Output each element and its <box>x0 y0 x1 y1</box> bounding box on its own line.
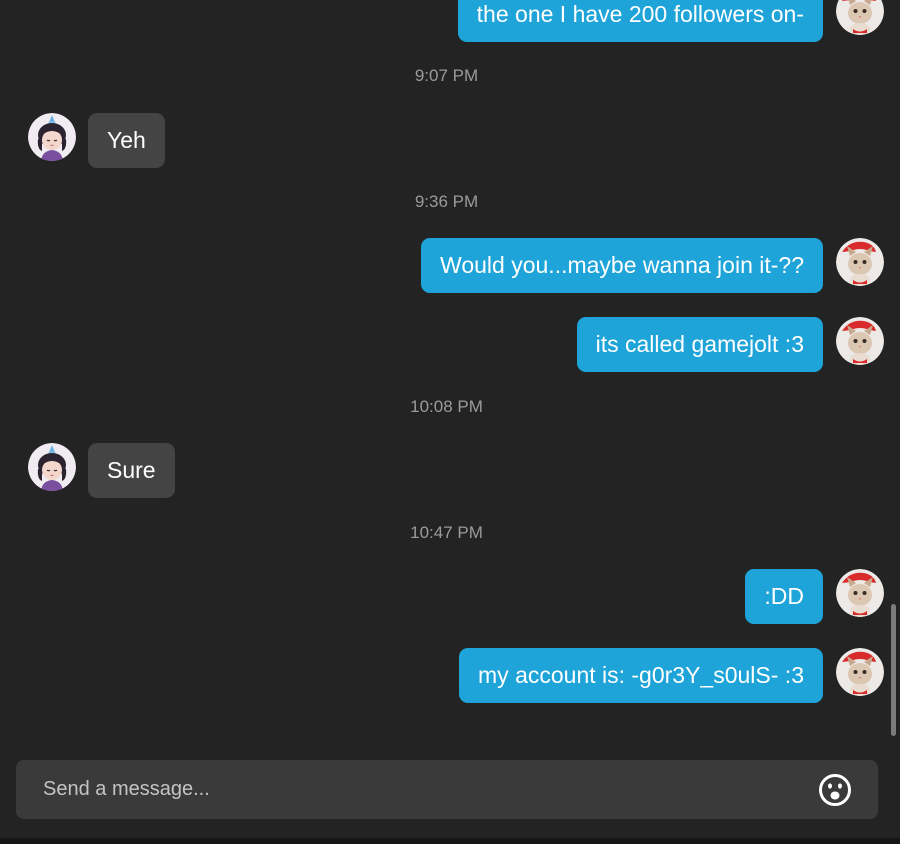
cat-avatar-icon <box>836 317 884 365</box>
scrollbar-thumb[interactable] <box>891 604 896 736</box>
smiley-icon <box>819 774 851 806</box>
contact-avatar[interactable] <box>28 113 76 161</box>
message-bubble-outgoing: my account is: -g0r3Y_s0ulS- :3 <box>459 648 823 703</box>
user-avatar[interactable] <box>836 569 884 617</box>
user-avatar[interactable] <box>836 0 884 35</box>
message-bubble-outgoing: the one I have 200 followers on- <box>457 0 823 42</box>
girl-avatar-icon <box>28 113 76 161</box>
message-bubble-incoming: Yeh <box>88 113 165 168</box>
message-bubble-outgoing: Would you...maybe wanna join it-?? <box>421 238 823 293</box>
message-input[interactable] <box>16 760 806 819</box>
timestamp: 9:36 PM <box>414 192 479 211</box>
cat-avatar-icon <box>836 0 884 35</box>
timestamp: 10:47 PM <box>410 523 483 542</box>
girl-avatar-icon <box>28 443 76 491</box>
chat-window: the one I have 200 followers on- 9:07 PM <box>0 0 900 844</box>
contact-avatar[interactable] <box>28 443 76 491</box>
cat-avatar-icon <box>836 238 884 286</box>
timestamp: 9:07 PM <box>414 66 479 85</box>
cat-avatar-icon <box>836 648 884 696</box>
message-bubble-incoming: Sure <box>88 443 175 498</box>
message-bubble-outgoing: its called gamejolt :3 <box>576 317 823 372</box>
bottom-edge <box>0 838 900 844</box>
user-avatar[interactable] <box>836 648 884 696</box>
user-avatar[interactable] <box>836 238 884 286</box>
timestamp: 10:08 PM <box>410 397 483 416</box>
message-composer <box>16 760 878 819</box>
emoji-button[interactable] <box>818 773 852 807</box>
user-avatar[interactable] <box>836 317 884 365</box>
message-bubble-outgoing: :DD <box>745 569 823 624</box>
cat-avatar-icon <box>836 569 884 617</box>
